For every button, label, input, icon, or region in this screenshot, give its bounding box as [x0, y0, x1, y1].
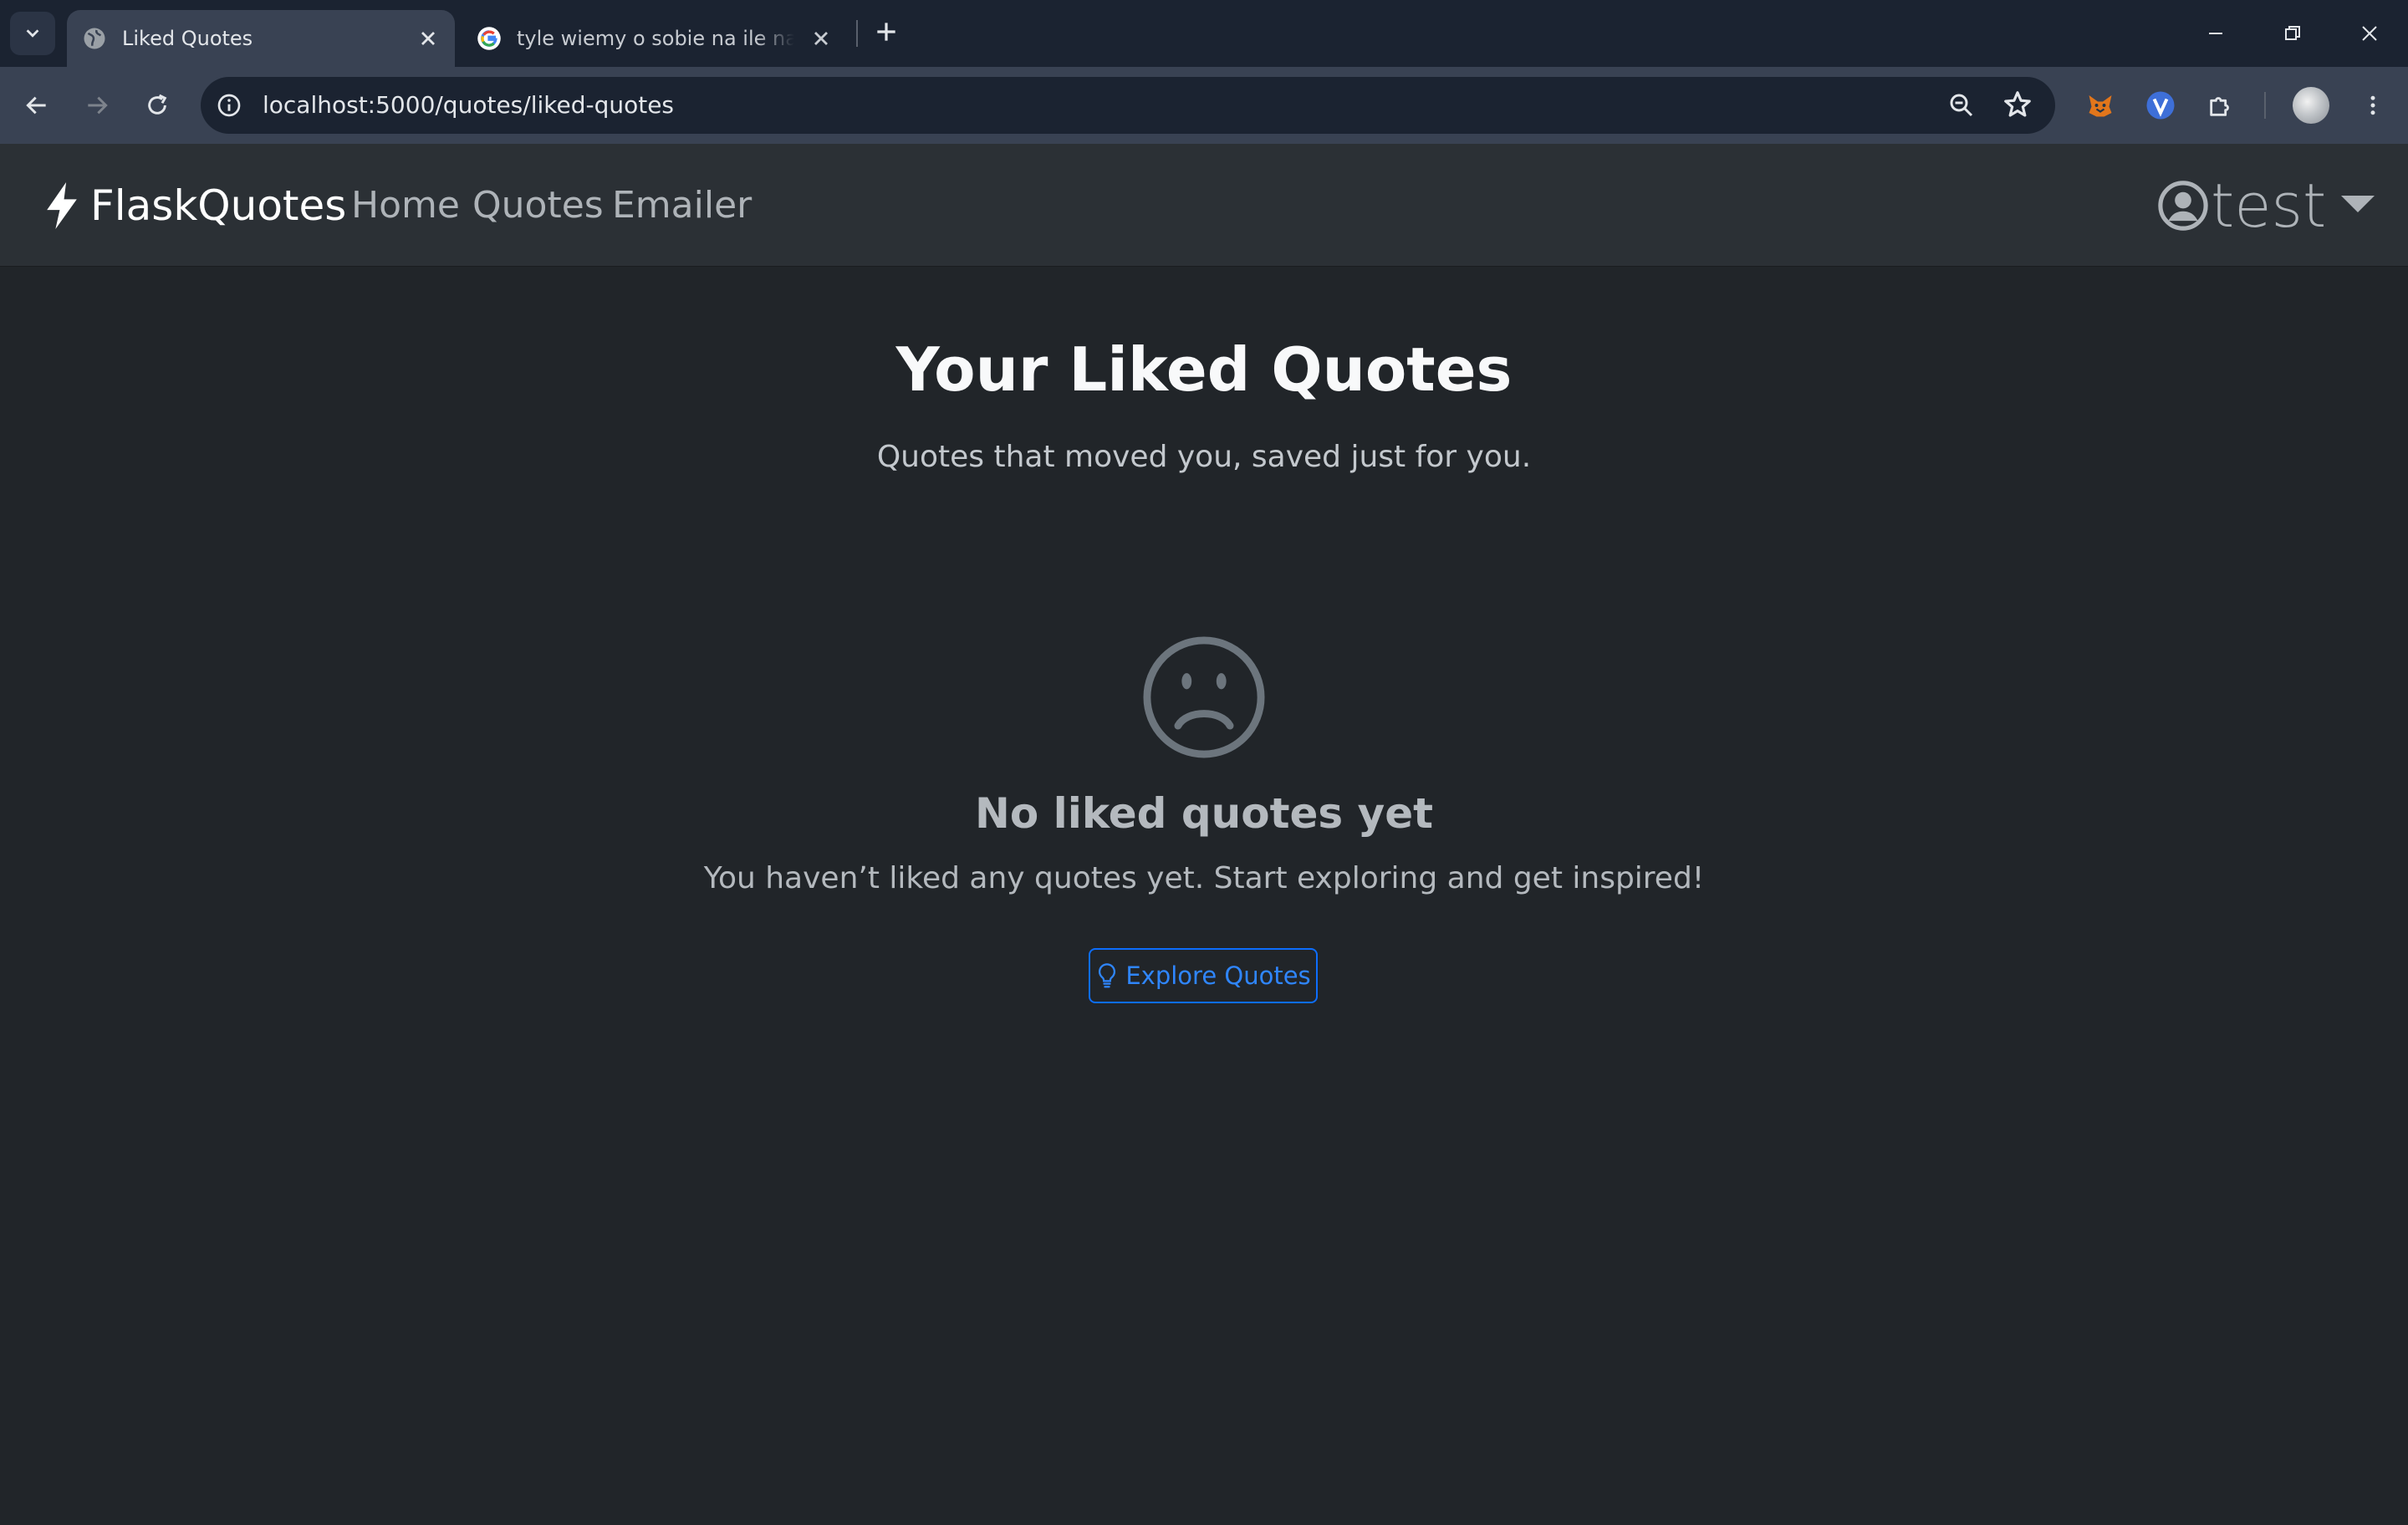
tab-title: tyle wiemy o sobie na ile nas sprawdzono: [517, 27, 794, 50]
reload-button[interactable]: [137, 85, 177, 125]
back-button[interactable]: [17, 85, 57, 125]
globe-icon: [84, 28, 105, 49]
lightning-bolt-icon: [47, 182, 77, 229]
info-icon: [217, 94, 241, 117]
browser-tab-strip: Liked Quotes tyle wiemy o sobie na ile n…: [0, 0, 2408, 67]
browser-tab-google[interactable]: tyle wiemy o sobie na ile nas sprawdzono: [462, 10, 848, 67]
browser-toolbar: localhost:5000/quotes/liked-quotes: [0, 67, 2408, 144]
reload-icon: [148, 94, 167, 115]
profile-avatar[interactable]: [2293, 87, 2329, 124]
minimize-icon: [2209, 33, 2222, 34]
url-text[interactable]: localhost:5000/quotes/liked-quotes: [263, 77, 674, 134]
v-extension-button[interactable]: [2142, 87, 2179, 124]
nav-link-home[interactable]: Home: [351, 177, 460, 234]
close-icon: [2362, 26, 2377, 41]
arrow-left-icon: [26, 96, 46, 115]
metamask-extension-button[interactable]: [2082, 87, 2119, 124]
page-title: Your Liked Quotes: [895, 334, 1513, 405]
browser-tab-liked-quotes[interactable]: Liked Quotes: [67, 10, 455, 67]
new-tab-plus-icon[interactable]: [873, 18, 900, 45]
user-dropdown-toggle[interactable]: test: [2157, 172, 2375, 239]
username: test: [2211, 171, 2327, 241]
explore-button-label: Explore Quotes: [1125, 961, 1311, 990]
minimize-window-button[interactable]: [2199, 17, 2232, 50]
arrow-right-icon: [88, 96, 108, 115]
google-icon: [477, 27, 501, 50]
caret-down-icon: [2341, 196, 2375, 212]
user-circle-icon: [2158, 181, 2208, 231]
puzzle-piece-icon: [2210, 97, 2229, 116]
chrome-menu-button[interactable]: [2354, 87, 2391, 124]
toolbar-divider: [2264, 92, 2266, 119]
more-vertical-icon: [2370, 95, 2375, 115]
tab-title: Liked Quotes: [122, 27, 253, 50]
app-navbar: FlaskQuotes Home Quotes Emailer test: [0, 144, 2408, 267]
brand-name: FlaskQuotes: [90, 181, 347, 230]
fox-icon: [2089, 95, 2112, 117]
explore-quotes-button[interactable]: Explore Quotes: [1089, 948, 1318, 1003]
close-icon[interactable]: [416, 27, 440, 50]
chevron-down-icon: [26, 29, 39, 38]
nav-link-emailer[interactable]: Emailer: [612, 177, 752, 234]
restore-icon: [2285, 26, 2300, 40]
v-logo-icon: [2146, 91, 2175, 120]
restore-window-button[interactable]: [2276, 17, 2309, 50]
bookmark-star-icon[interactable]: [2002, 89, 2033, 120]
site-info-button[interactable]: [212, 89, 246, 122]
tab-divider: [856, 20, 858, 47]
lightbulb-icon: [1099, 963, 1116, 988]
brand-link[interactable]: FlaskQuotes: [43, 177, 346, 234]
address-bar[interactable]: localhost:5000/quotes/liked-quotes: [201, 77, 2055, 134]
zoom-icon[interactable]: [1946, 90, 1977, 120]
forward-button[interactable]: [77, 85, 117, 125]
empty-state-text: You haven’t liked any quotes yet. Start …: [703, 861, 1705, 895]
close-window-button[interactable]: [2353, 17, 2386, 50]
tab-search-button[interactable]: [10, 12, 55, 55]
empty-state-title: No liked quotes yet: [974, 789, 1434, 838]
page-subtitle: Quotes that moved you, saved just for yo…: [876, 440, 1532, 474]
nav-link-quotes[interactable]: Quotes: [472, 177, 604, 234]
extensions-button[interactable]: [2202, 87, 2239, 124]
sad-face-icon: [1143, 636, 1265, 758]
close-icon[interactable]: [809, 27, 833, 50]
